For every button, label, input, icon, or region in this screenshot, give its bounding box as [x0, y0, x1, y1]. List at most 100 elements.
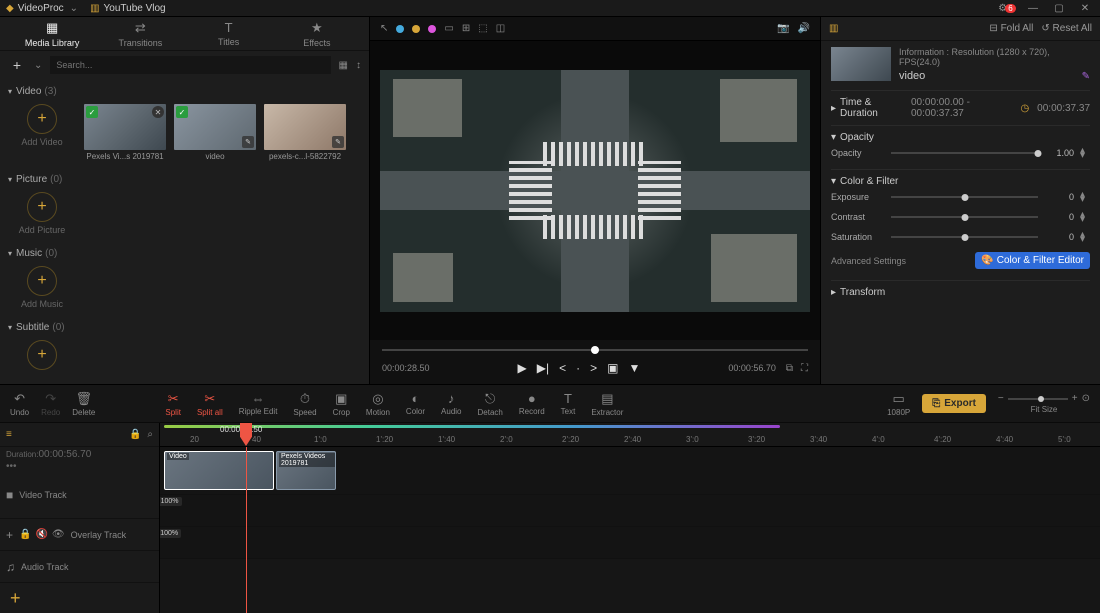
opacity-stepper[interactable]: ▴▾ [1080, 148, 1090, 158]
marker-blue-icon[interactable] [396, 25, 404, 33]
mark-in-button[interactable]: ▣ [607, 361, 618, 375]
tool-text[interactable]: TText [561, 391, 576, 416]
marker-pink-icon[interactable] [428, 25, 436, 33]
edit-icon[interactable]: ✎ [242, 136, 254, 148]
playhead-line[interactable] [246, 447, 247, 613]
guides-icon[interactable]: ⊞ [462, 23, 470, 34]
app-menu-dropdown[interactable]: ⌄ [70, 3, 78, 14]
section-time[interactable]: ▸Time & Duration 00:00:00.00 - 00:00:37.… [831, 97, 1090, 119]
group-music-header[interactable]: ▾Music(0) [8, 245, 361, 262]
lock-track-icon[interactable]: 🔒 [129, 429, 141, 440]
exposure-slider[interactable] [891, 196, 1038, 198]
tab-effects[interactable]: ★Effects [273, 20, 361, 48]
contrast-slider[interactable] [891, 216, 1038, 218]
section-transform[interactable]: ▸Transform [831, 287, 1090, 298]
track-head-video[interactable]: ■Video Track [0, 471, 159, 519]
tool-split[interactable]: ✂Split [165, 391, 181, 417]
add-media-chevron-icon[interactable]: ⌄ [34, 60, 42, 71]
next-frame-button[interactable]: > [590, 361, 597, 375]
overlay-track[interactable]: Opacity: 100% [160, 495, 1100, 527]
detach-preview-icon[interactable]: ⧉ [786, 363, 793, 374]
fullscreen-icon[interactable]: ⛶ [801, 363, 808, 374]
opacity-slider[interactable] [891, 152, 1038, 154]
preview-video[interactable] [380, 70, 810, 312]
timeline-ruler[interactable]: 00:00:28.50 20401':01':201':402':02':202… [160, 423, 1100, 447]
color-editor-button[interactable]: 🎨Color & Filter Editor [975, 252, 1090, 269]
mute-icon[interactable]: 🔇 [35, 529, 47, 540]
zoom-slider[interactable] [1008, 398, 1068, 400]
add-media-button[interactable]: + [8, 56, 26, 74]
resolution-button[interactable]: ▭1080P [887, 391, 910, 417]
timeline-clip[interactable]: Video [164, 451, 274, 490]
tool-crop[interactable]: ▣Crop [333, 391, 350, 417]
group-picture-header[interactable]: ▾Picture(0) [8, 171, 361, 188]
props-toggle-icon[interactable]: ▥ [829, 23, 838, 34]
clip-name[interactable]: video [899, 70, 925, 82]
contrast-stepper[interactable]: ▴▾ [1080, 212, 1090, 222]
opacity-value[interactable]: 1.00 [1044, 148, 1074, 158]
color-wand-icon[interactable]: ✎ [1082, 71, 1090, 82]
group-subtitle-header[interactable]: ▾Subtitle(0) [8, 319, 361, 336]
saturation-stepper[interactable]: ▴▾ [1080, 232, 1090, 242]
magnet-icon[interactable]: ⌕ [147, 429, 153, 440]
tool-extractor[interactable]: ▤Extractor [591, 391, 623, 417]
play-next-button[interactable]: ▶| [537, 361, 549, 375]
export-button[interactable]: ⎘Export [922, 394, 986, 413]
ratio-icon[interactable]: ▭ [444, 23, 453, 34]
eye-icon[interactable]: 👁 [52, 529, 65, 540]
tool-motion[interactable]: ◎Motion [366, 391, 390, 417]
tab-transitions[interactable]: ⇄Transitions [96, 20, 184, 48]
project-name[interactable]: YouTube Vlog [104, 3, 166, 14]
close-button[interactable]: ✕ [1076, 0, 1094, 16]
advanced-settings-link[interactable]: Advanced Settings [831, 256, 906, 266]
tool-ripple-edit[interactable]: ⇔Ripple Edit [239, 391, 278, 416]
add-picture-button[interactable]: +Add Picture [8, 192, 76, 235]
redo-button[interactable]: ↷Redo [41, 391, 60, 417]
track-head-audio[interactable]: ♫Audio Track [0, 551, 159, 583]
timeline-menu-icon[interactable]: ≡ [6, 429, 12, 440]
sort-icon[interactable]: ↕ [356, 60, 361, 71]
group-video-header[interactable]: ▾Video(3) [8, 83, 361, 100]
safe-zone-icon[interactable]: ◫ [496, 23, 505, 34]
tool-speed[interactable]: ⏱Speed [293, 391, 316, 417]
tab-titles[interactable]: TTitles [185, 20, 273, 47]
volume-icon[interactable]: 🔊 [798, 23, 810, 34]
reset-all-button[interactable]: ↺ Reset All [1041, 23, 1092, 34]
zoom-out-icon[interactable]: − [998, 393, 1004, 404]
view-grid-icon[interactable]: ▦ [339, 60, 348, 71]
media-thumb[interactable]: ✓✕Pexels Vi...s 2019781 [84, 104, 166, 161]
saturation-slider[interactable] [891, 236, 1038, 238]
timeline-clip[interactable]: Pexels Videos 2019781 [276, 451, 336, 490]
add-track-button[interactable]: + [6, 584, 25, 613]
video-track[interactable]: Video Pexels Videos 2019781 [160, 447, 1100, 495]
play-button[interactable]: ▶ [518, 361, 527, 375]
edit-icon[interactable]: ✎ [332, 136, 344, 148]
media-thumb[interactable]: ✎pexels-c...l-5822792 [264, 104, 346, 161]
zoom-reset-icon[interactable]: ⊙ [1082, 393, 1090, 404]
lock-icon[interactable]: ⬚ [478, 23, 487, 34]
exposure-stepper[interactable]: ▴▾ [1080, 192, 1090, 202]
tool-audio[interactable]: ♪Audio [441, 391, 461, 416]
tool-record[interactable]: ●Record [519, 391, 545, 416]
prev-frame-button[interactable]: < [559, 361, 566, 375]
cursor-tool-icon[interactable]: ↖ [380, 23, 388, 34]
audio-track[interactable]: Volume: 100% [160, 527, 1100, 559]
fold-all-button[interactable]: ⊟ Fold All [989, 23, 1033, 34]
section-opacity[interactable]: ▾Opacity [831, 132, 1090, 143]
media-thumb[interactable]: ✓✎video [174, 104, 256, 161]
add-video-button[interactable]: +Add Video [8, 104, 76, 161]
notify-icon[interactable]: ⚙6 [998, 0, 1016, 16]
marker-yellow-icon[interactable] [412, 25, 420, 33]
preview-scrubber[interactable] [382, 344, 808, 357]
undo-button[interactable]: ↶Undo [10, 391, 29, 417]
playhead-handle[interactable] [240, 423, 252, 446]
tool-color[interactable]: ◐Color [406, 391, 425, 416]
mark-out-button[interactable]: ▼ [628, 361, 640, 375]
add-music-button[interactable]: +Add Music [8, 266, 76, 309]
tool-detach[interactable]: ⎋Detach [478, 391, 503, 417]
zoom-in-icon[interactable]: + [1072, 393, 1078, 404]
minimize-button[interactable]: — [1024, 0, 1042, 16]
track-head-overlay[interactable]: + 🔒🔇👁 Overlay Track [0, 519, 159, 551]
maximize-button[interactable]: ▢ [1050, 0, 1068, 16]
add-subtitle-button[interactable]: + [8, 340, 76, 370]
